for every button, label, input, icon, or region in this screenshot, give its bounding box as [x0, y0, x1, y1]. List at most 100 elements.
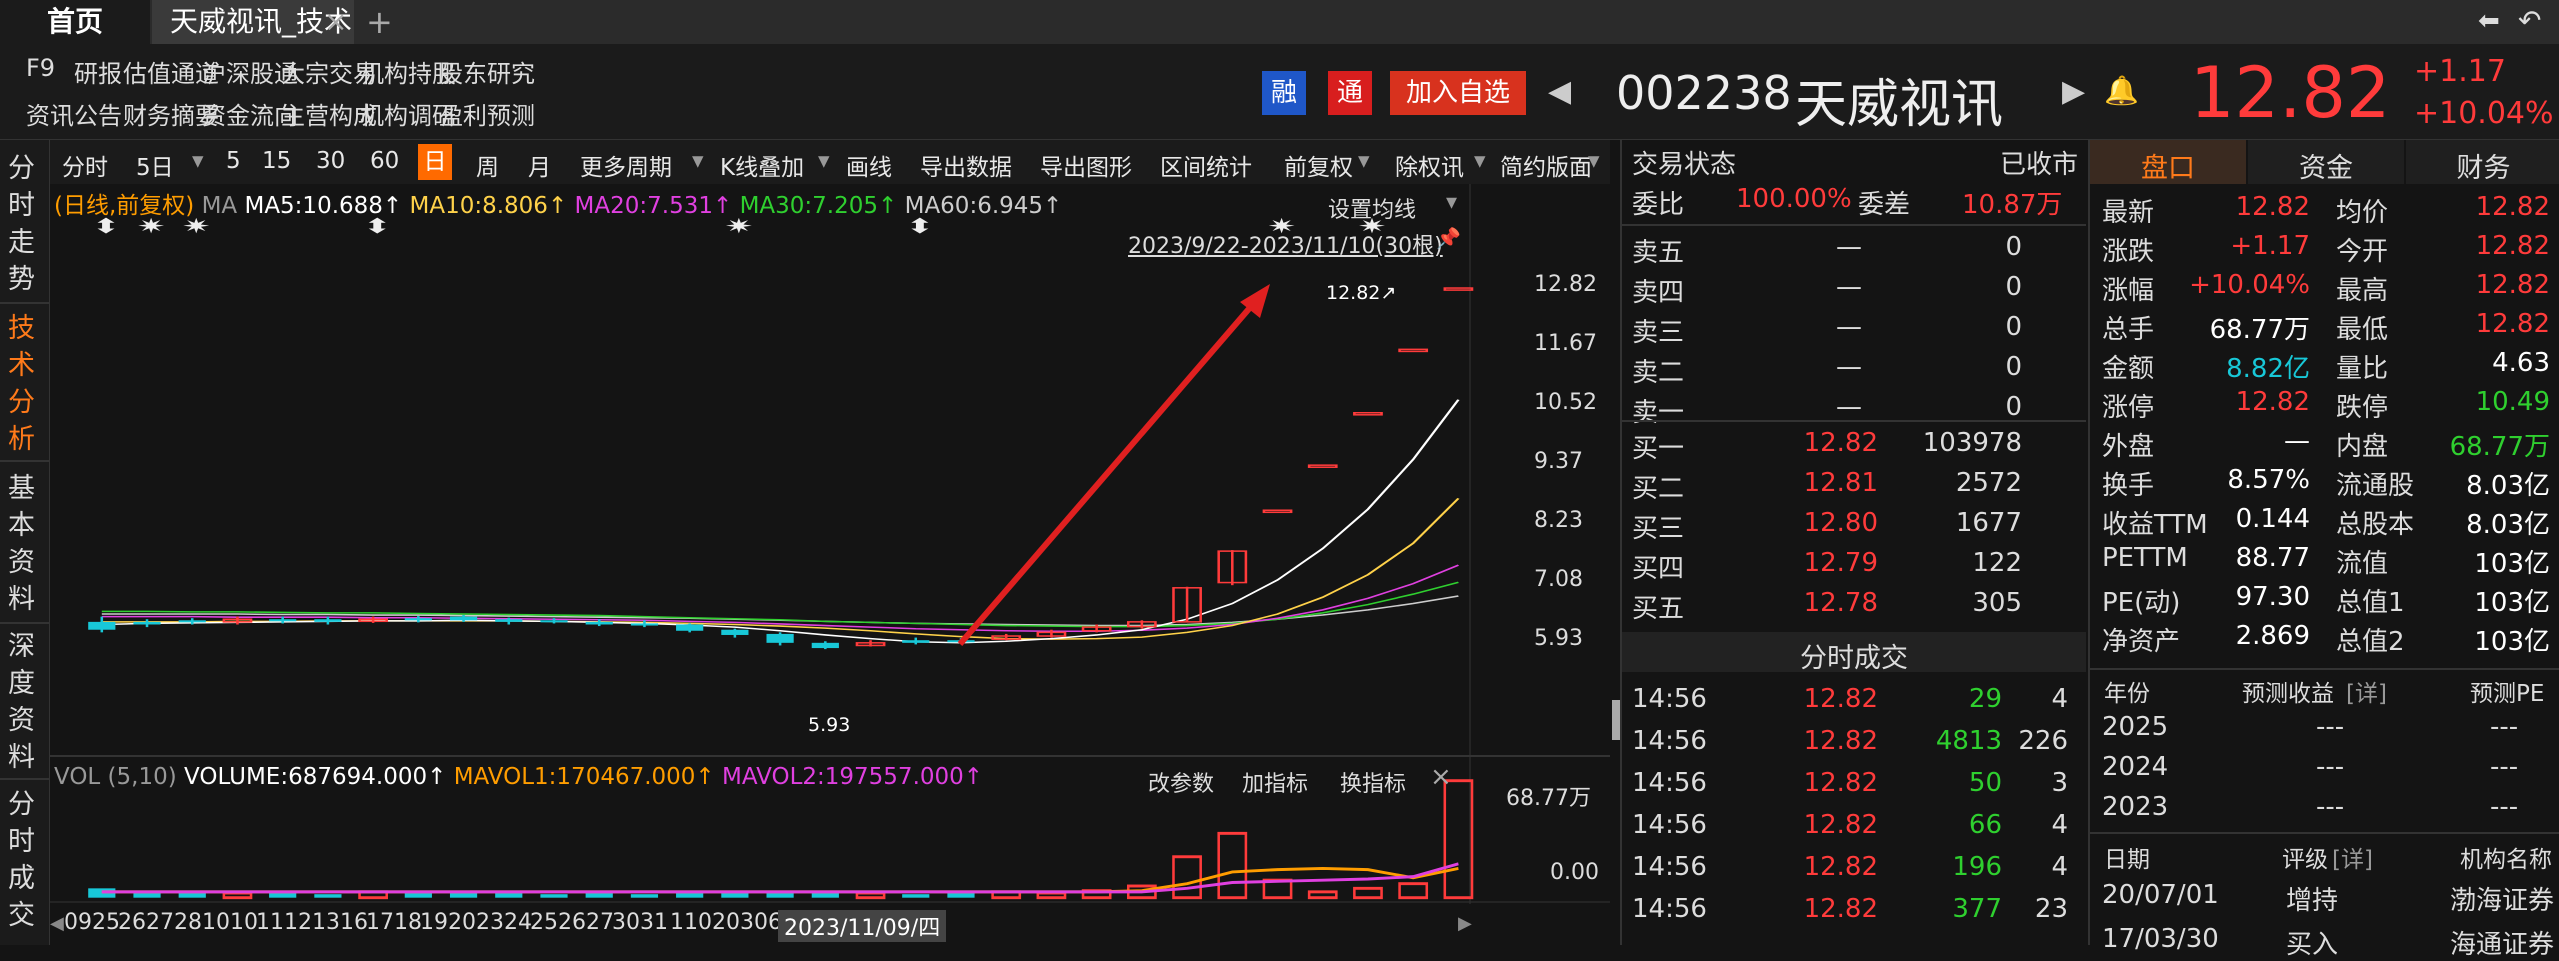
- period-month[interactable]: 月: [528, 148, 551, 182]
- tab-close-icon[interactable]: ×: [324, 0, 348, 44]
- trend-arrow: [957, 294, 1263, 646]
- menu-news[interactable]: 资讯: [26, 96, 74, 131]
- period-60min[interactable]: 60: [370, 148, 399, 174]
- add-watchlist-button[interactable]: 加入自选: [1390, 71, 1526, 115]
- simple-layout[interactable]: 简约版面: [1500, 148, 1592, 182]
- chevron-down-icon[interactable]: ▾: [818, 148, 830, 174]
- ticks-header: 分时成交: [1622, 632, 2086, 674]
- x-axis-label: 24: [504, 910, 532, 935]
- buy-volume: 2572: [1955, 468, 2022, 498]
- x-axis-label: 30: [612, 910, 640, 935]
- nav-ticks[interactable]: 分 时 成 交: [8, 786, 38, 934]
- forecast-detail-link[interactable]: [详]: [2346, 674, 2387, 708]
- quote-value: 68.77万: [2209, 315, 2310, 345]
- chevron-down-icon[interactable]: ▾: [1358, 148, 1370, 174]
- period-15min[interactable]: 15: [262, 148, 291, 174]
- candle-body: [630, 623, 659, 626]
- add-tab-icon[interactable]: +: [366, 0, 393, 44]
- rating-org: 海通证券: [2450, 930, 2555, 960]
- chevron-down-icon[interactable]: ▾: [1588, 148, 1600, 174]
- switch-indicator-button[interactable]: 换指标: [1340, 766, 1406, 798]
- export-chart[interactable]: 导出图形: [1040, 148, 1132, 182]
- kline-chart[interactable]: ⬍ ✷ ✷ ⬍ ✷ ⬍ ✷ ✷ (日线,前复权) MA MA5:10.688↑ MA10:8.…: [50, 184, 1610, 945]
- chevron-down-icon[interactable]: ▾: [192, 148, 204, 174]
- x-axis-label: 11: [256, 910, 284, 935]
- period-30min[interactable]: 30: [316, 148, 345, 174]
- x-axis-label: 02: [698, 910, 726, 935]
- undo-icon[interactable]: ↶: [2518, 4, 2541, 37]
- rating-detail-link[interactable]: [详]: [2332, 840, 2373, 874]
- period-intraday[interactable]: 分时: [62, 148, 108, 182]
- tab-bar: 首页 天威视讯_技术分析 × + ⬅ ↶: [0, 0, 2559, 82]
- menu-bar: F9 研报 估值通道 沪深股通 大宗交易 机构持股 股东研究 资讯 公告 财务摘…: [0, 44, 2559, 140]
- tab-funds-label: 资金: [2299, 153, 2353, 184]
- next-stock-icon[interactable]: ▶: [2062, 74, 2085, 109]
- forecast-pe-header: 预测PE: [2470, 681, 2545, 707]
- quote-value: 2.869: [2235, 621, 2310, 651]
- nav-deep[interactable]: 深 度 资 料: [8, 628, 38, 776]
- chevron-down-icon[interactable]: ▾: [692, 148, 704, 174]
- ex-rights[interactable]: 除权讯: [1395, 148, 1464, 182]
- period-day-active[interactable]: 日: [418, 144, 452, 180]
- chevron-down-icon[interactable]: ▾: [1474, 148, 1486, 174]
- menu-notice[interactable]: 公告: [74, 96, 122, 131]
- forward-adjust[interactable]: 前复权: [1284, 148, 1353, 182]
- volume-bar: [721, 893, 749, 898]
- scroll-left-icon[interactable]: ◀: [50, 902, 74, 945]
- export-data[interactable]: 导出数据: [920, 148, 1012, 182]
- draw-line[interactable]: 画线: [846, 148, 892, 182]
- tab-home[interactable]: 首页: [0, 0, 150, 44]
- menu-shareholder[interactable]: 股东研究: [439, 54, 535, 89]
- back-arrow-icon[interactable]: ⬅: [2478, 6, 2500, 36]
- tab-pankou[interactable]: 盘口: [2090, 140, 2246, 184]
- quote-label: 换手: [2102, 471, 2155, 501]
- add-indicator-button[interactable]: 加指标: [1242, 766, 1308, 798]
- menu-profit-forecast[interactable]: 盈利预测: [439, 96, 535, 131]
- nav-basic[interactable]: 基 本 资 料: [8, 470, 38, 618]
- volume-bar: [1307, 890, 1338, 900]
- volume-bar: [314, 894, 342, 898]
- pin-icon[interactable]: 📌: [1436, 226, 1461, 250]
- rating-value: 增持: [2286, 886, 2339, 916]
- quote-value: +1.17: [2230, 231, 2310, 261]
- panel-splitter[interactable]: [1612, 700, 1620, 740]
- tick-volume: 4813: [1935, 726, 2002, 756]
- volume-bar: [1353, 886, 1383, 900]
- nav-divider: [0, 302, 50, 304]
- x-axis-label: 23: [476, 910, 504, 935]
- chevron-down-icon[interactable]: ▾: [1446, 190, 1457, 215]
- volume-bar: [540, 894, 568, 898]
- period-5min[interactable]: 5: [226, 148, 241, 174]
- ma-settings-button[interactable]: 设置均线: [1328, 192, 1416, 224]
- kline-overlay[interactable]: K线叠加: [720, 148, 804, 182]
- menu-f9[interactable]: F9: [26, 54, 55, 82]
- tab-funds[interactable]: 资金: [2248, 140, 2404, 184]
- candle-body: [811, 642, 839, 649]
- tick-time: 14:56: [1632, 768, 1707, 798]
- volume-value: VOLUME:687694.000↑: [184, 764, 447, 790]
- close-indicator-icon[interactable]: ×: [1430, 762, 1452, 792]
- tick-count: 4: [2051, 852, 2068, 882]
- volume-bar: [630, 894, 659, 898]
- divider: [1622, 224, 2086, 226]
- quote-value: 12.82: [2475, 231, 2550, 261]
- nav-intraday[interactable]: 分 时 走 势: [8, 150, 38, 298]
- nav-technical[interactable]: 技 术 分 析: [8, 310, 38, 458]
- range-stats[interactable]: 区间统计: [1160, 148, 1252, 182]
- prev-stock-icon[interactable]: ◀: [1548, 74, 1571, 109]
- tab-finance[interactable]: 财务: [2406, 140, 2559, 184]
- x-axis-label: 17: [366, 910, 394, 935]
- more-periods[interactable]: 更多周期: [580, 148, 672, 182]
- menu-research[interactable]: 研报: [74, 54, 122, 89]
- ma60-value: MA60:6.945↑: [904, 193, 1063, 219]
- rating-org-header: 机构名称: [2460, 847, 2552, 873]
- date-range[interactable]: 2023/9/22-2023/11/10(30根): [1128, 228, 1443, 260]
- period-week[interactable]: 周: [476, 148, 499, 182]
- volume-bar: [585, 893, 613, 898]
- bell-icon[interactable]: 🔔: [2104, 74, 2139, 107]
- edit-params-button[interactable]: 改参数: [1148, 766, 1214, 798]
- stock-change-pct: +10.04%: [2414, 96, 2554, 131]
- period-5day[interactable]: 5日: [136, 148, 174, 182]
- vol-label: VOL (5,10): [54, 764, 177, 790]
- scroll-right-icon[interactable]: ▶: [1458, 902, 1482, 945]
